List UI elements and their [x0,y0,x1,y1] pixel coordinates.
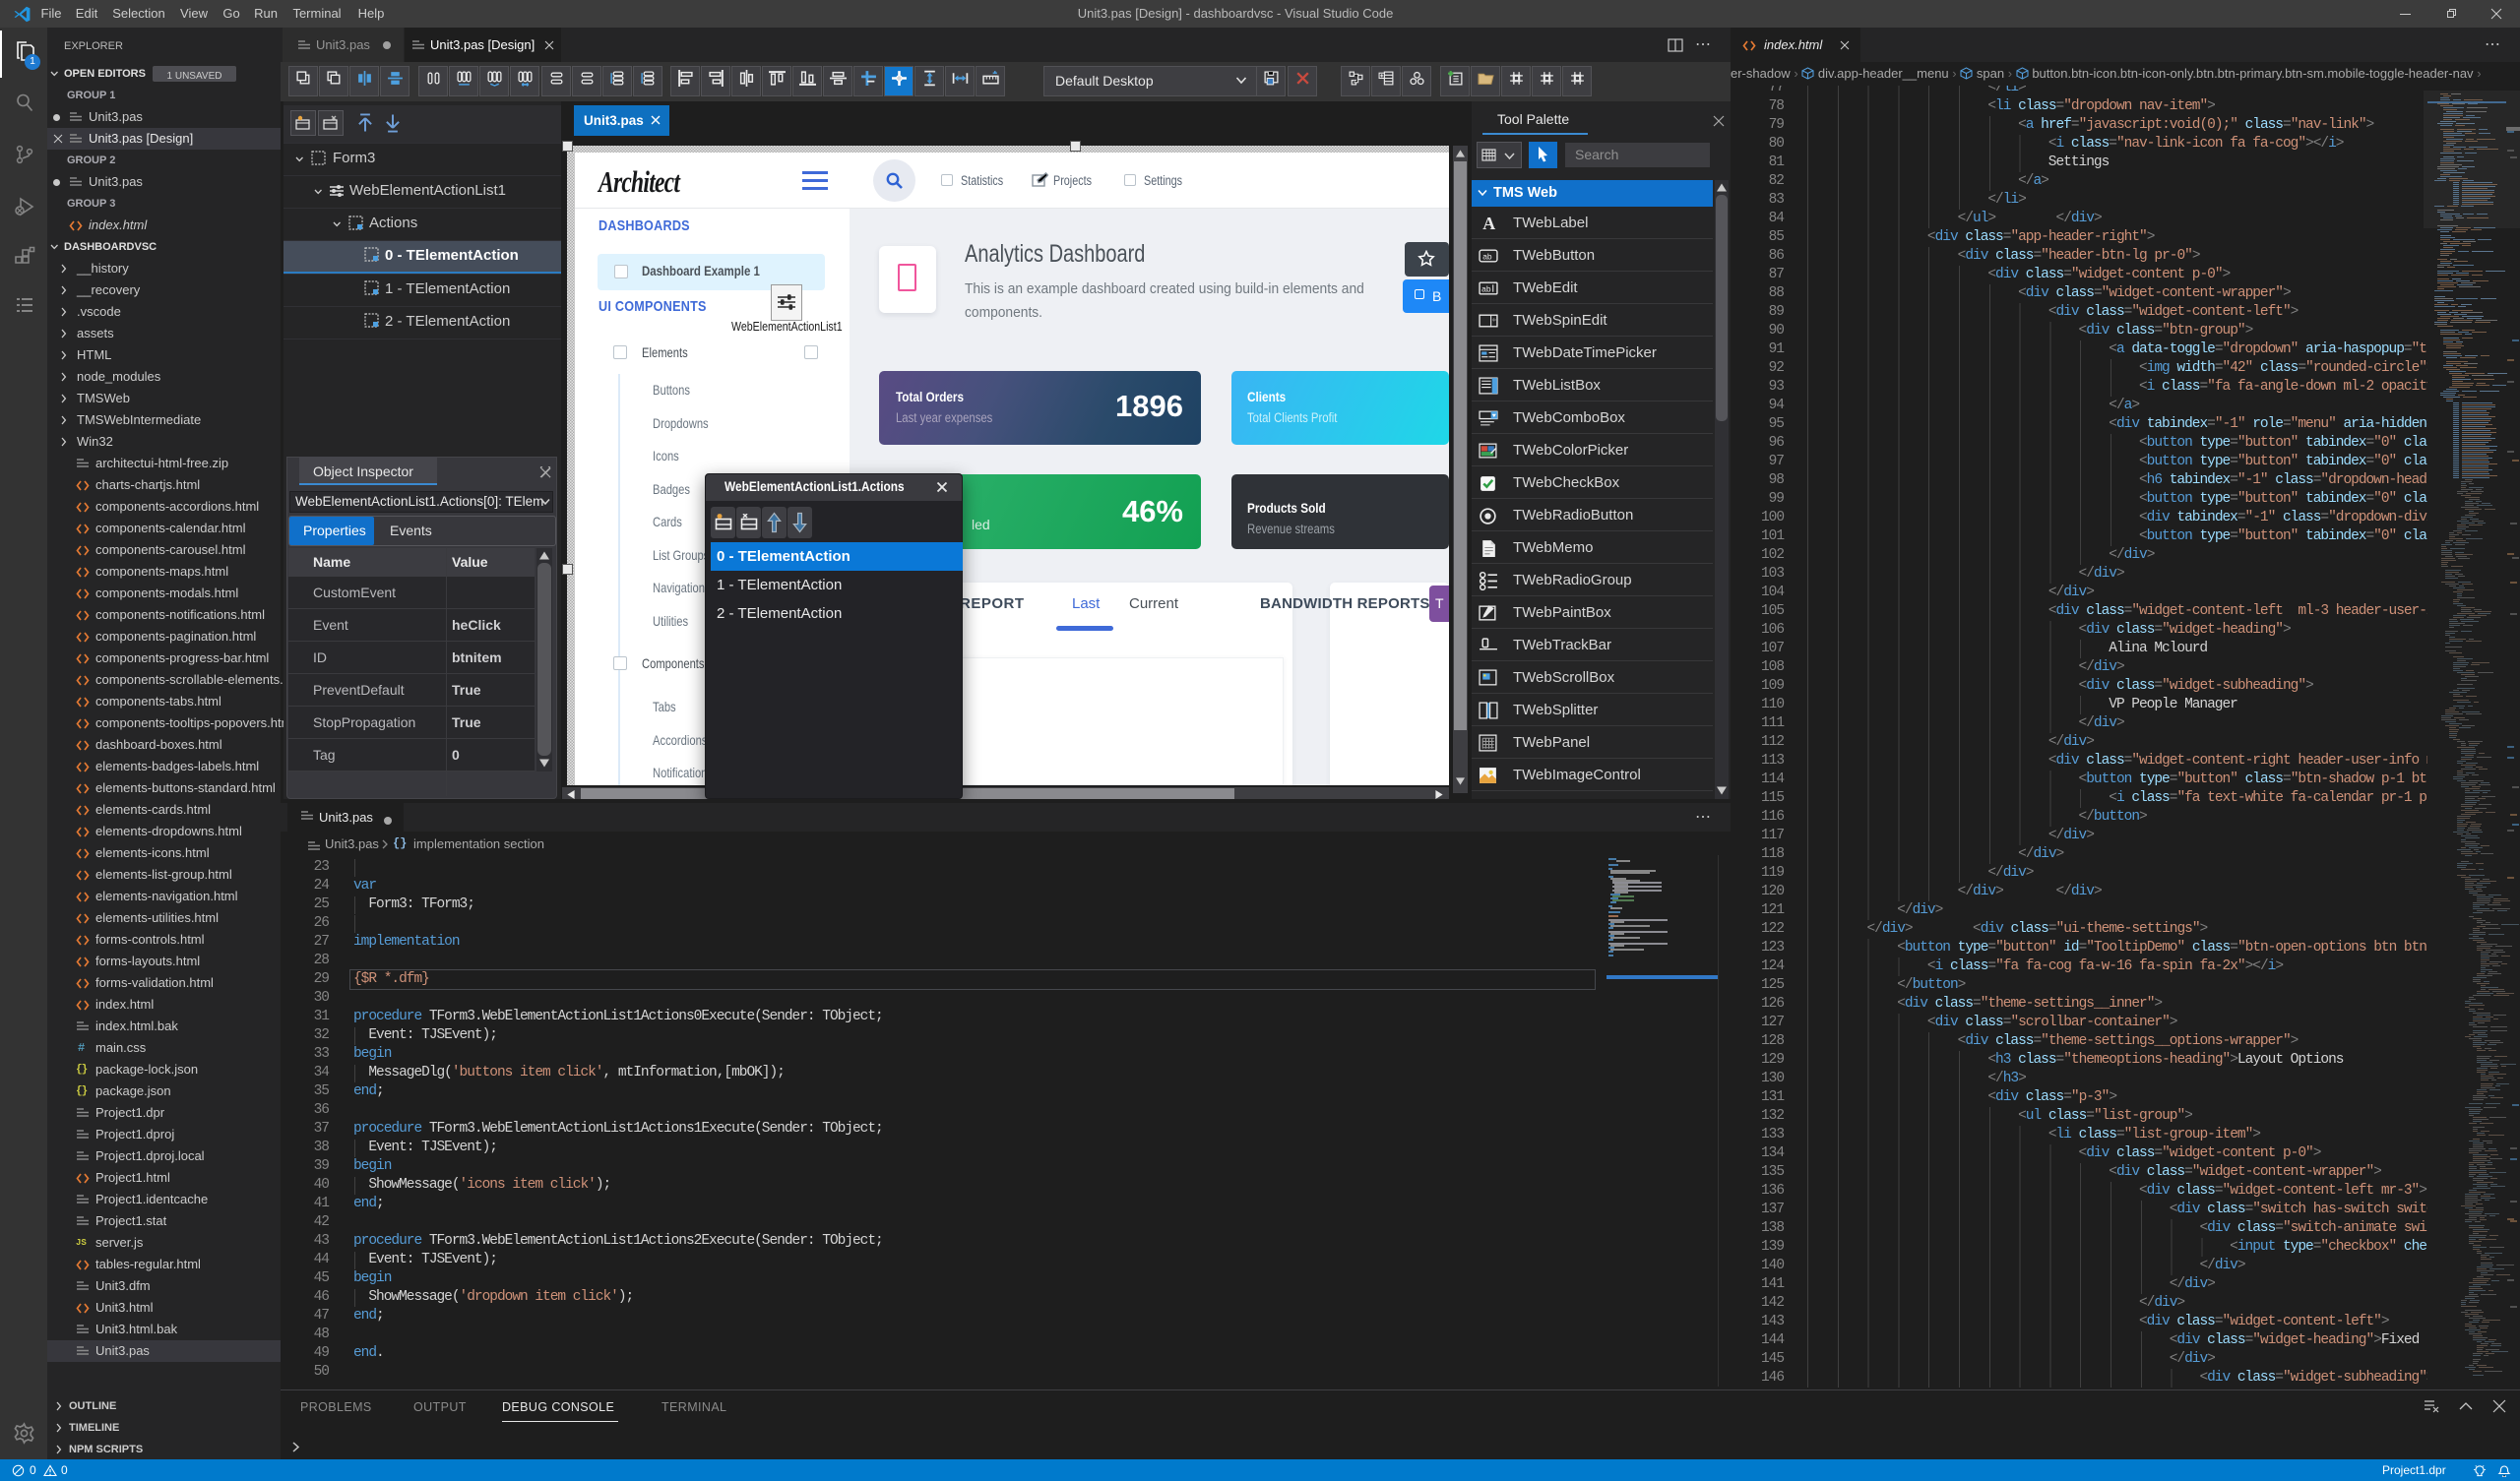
svg-text:A: A [1482,214,1495,233]
svg-text:ab: ab [1481,284,1491,294]
svg-text:ab: ab [1482,252,1492,262]
